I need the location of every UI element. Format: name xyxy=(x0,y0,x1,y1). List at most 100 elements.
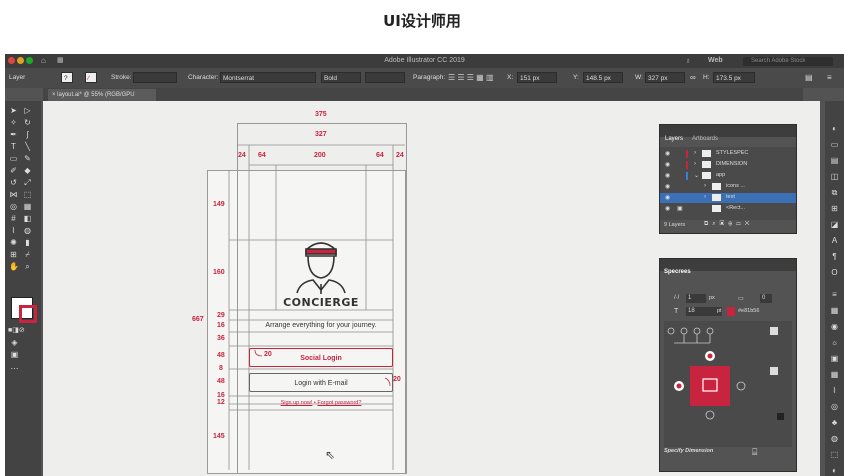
lock-icon[interactable]: ▣ xyxy=(677,205,683,212)
magic-wand-tool-icon[interactable]: ✧ xyxy=(9,119,18,127)
lasso-tool-icon[interactable]: ↻ xyxy=(23,119,32,127)
link-proportions-icon[interactable]: ∞ xyxy=(690,73,696,82)
dimension-tool-icon[interactable]: ⌸ xyxy=(752,447,757,458)
pen-tool-icon[interactable]: ✒ xyxy=(9,131,18,139)
workspace-switcher[interactable]: Web xyxy=(708,57,723,64)
stock-search-input[interactable]: Search Adobe Stock xyxy=(743,57,833,66)
tab-layers[interactable]: Layers xyxy=(665,136,683,142)
fill-swatch[interactable]: ? xyxy=(61,72,73,83)
symbol-sprayer-tool-icon[interactable]: ✺ xyxy=(9,239,18,247)
rotate-tool-icon[interactable]: ↺ xyxy=(9,179,18,187)
line-tool-icon[interactable]: ╲ xyxy=(23,143,32,151)
column-graph-tool-icon[interactable]: ▮ xyxy=(23,239,32,247)
specify-dimension-label[interactable]: Specify Dimension xyxy=(664,448,713,454)
stroke-panel-icon[interactable]: ≡ xyxy=(830,291,839,299)
color-swatch[interactable] xyxy=(727,307,735,316)
chevron-right-icon[interactable]: › xyxy=(694,150,696,156)
mesh-tool-icon[interactable]: # xyxy=(9,215,18,223)
stroke-unit[interactable]: px xyxy=(709,295,715,301)
eye-icon[interactable]: ◉ xyxy=(665,172,670,179)
transparency-icon[interactable]: ◉ xyxy=(830,323,839,331)
curvature-tool-icon[interactable]: ∫ xyxy=(23,131,32,139)
screen-mode-icon[interactable]: ▣ xyxy=(10,351,19,359)
chevron-right-icon[interactable]: › xyxy=(704,194,706,200)
chevron-right-icon[interactable]: › xyxy=(694,161,696,167)
links-icon[interactable]: ⬚ xyxy=(830,451,839,459)
graphic-styles-icon[interactable]: ▣ xyxy=(830,355,839,363)
info-icon[interactable]: ◐ xyxy=(830,467,839,475)
gradient-panel-icon[interactable]: ▦ xyxy=(830,307,839,315)
eraser-tool-icon[interactable]: ◆ xyxy=(23,167,32,175)
artboard-tool-icon[interactable]: ⊞ xyxy=(9,251,18,259)
layer-row[interactable]: ◉ › icons ... xyxy=(660,182,796,192)
paintbrush-tool-icon[interactable]: ✎ xyxy=(23,155,32,163)
color-mode-icon[interactable]: ■◨⊘ xyxy=(8,327,25,335)
character-icon[interactable]: A xyxy=(830,237,839,245)
appearance-icon[interactable]: ☼ xyxy=(830,339,839,347)
layer-row[interactable]: ◉ ⌄ app xyxy=(660,171,796,181)
selection-tool-icon[interactable]: ➤ xyxy=(9,107,18,115)
email-login-button[interactable]: Login with E-mail xyxy=(249,373,393,392)
asset-export-icon[interactable]: ◍ xyxy=(830,435,839,443)
stroke-width-field[interactable]: 1 xyxy=(686,294,706,303)
drawing-mode-icon[interactable]: ◈ xyxy=(10,339,19,347)
stroke-weight-field[interactable] xyxy=(133,72,177,83)
forgot-password-link[interactable]: Forgot password? xyxy=(317,400,361,406)
align-buttons-icon[interactable]: ☰ ☰ ☰ ▦ ▥ xyxy=(448,73,494,82)
symbols-icon[interactable]: ♣ xyxy=(830,419,839,427)
width-tool-icon[interactable]: ⋈ xyxy=(9,191,18,199)
eye-icon[interactable]: ◉ xyxy=(665,183,670,190)
free-transform-tool-icon[interactable]: ⬚ xyxy=(23,191,32,199)
eye-icon[interactable]: ◉ xyxy=(665,205,670,212)
eyedropper-tool-icon[interactable]: ⌇ xyxy=(9,227,18,235)
eye-icon[interactable]: ◉ xyxy=(665,161,670,168)
more-tools-icon[interactable]: ⋯ xyxy=(10,365,19,373)
hand-tool-icon[interactable]: ✋ xyxy=(9,263,19,271)
align-icon[interactable]: ▤ xyxy=(830,157,839,165)
zoom-tool-icon[interactable]: ⌕ xyxy=(23,263,32,271)
y-field[interactable]: 148.5 px xyxy=(583,72,623,83)
shaper-tool-icon[interactable]: ✐ xyxy=(9,167,18,175)
stroke-color-icon[interactable] xyxy=(19,305,37,323)
tab-artboards[interactable]: Artboards xyxy=(692,136,718,142)
eye-icon[interactable]: ◉ xyxy=(665,150,670,157)
layer-row[interactable]: ◉ › STYLESPEC xyxy=(660,149,796,159)
perspective-grid-tool-icon[interactable]: ▦ xyxy=(23,203,32,211)
layer-actions-icon[interactable]: ⧉⌕▣⊕▭✕ xyxy=(704,221,753,228)
slice-tool-icon[interactable]: ⌿ xyxy=(23,251,32,259)
layers-icon[interactable]: ◫ xyxy=(830,173,839,181)
rectangle-tool-icon[interactable]: ▭ xyxy=(9,155,18,163)
panel-menu-icon[interactable]: ≡ xyxy=(827,73,832,82)
type-tool-icon[interactable]: T xyxy=(9,143,18,151)
signup-link[interactable]: Sign up now! xyxy=(281,400,313,406)
transform-panel-icon[interactable]: ⊞ xyxy=(830,205,839,213)
artboards-icon[interactable]: ⧉ xyxy=(830,189,839,197)
social-login-button[interactable]: Social Login xyxy=(249,348,393,367)
corner-radius-field[interactable]: 0 xyxy=(760,294,772,303)
h-field[interactable]: 173.5 px xyxy=(713,72,755,83)
blend-tool-icon[interactable]: ◍ xyxy=(23,227,32,235)
eye-icon[interactable]: ◉ xyxy=(665,194,670,201)
pathfinder-icon[interactable]: ◪ xyxy=(830,221,839,229)
scale-tool-icon[interactable]: ⤢ xyxy=(23,179,32,187)
direct-selection-tool-icon[interactable]: ▷ xyxy=(23,107,32,115)
x-field[interactable]: 151 px xyxy=(517,72,557,83)
chevron-down-icon[interactable]: ⌄ xyxy=(694,172,699,179)
lightbulb-icon[interactable]: ♁ xyxy=(685,56,691,65)
shape-builder-tool-icon[interactable]: ◎ xyxy=(9,203,18,211)
layer-row[interactable]: ◉ ▣ <Rect... xyxy=(660,204,796,214)
brushes-icon[interactable]: ⌇ xyxy=(830,387,839,395)
gradient-tool-icon[interactable]: ◧ xyxy=(23,215,32,223)
paragraph-icon[interactable]: ¶ xyxy=(830,253,839,261)
properties-icon[interactable]: ◐ xyxy=(830,125,839,133)
libraries-icon[interactable]: ▭ xyxy=(830,141,839,149)
font-family-field[interactable]: Montserrat xyxy=(220,72,316,83)
font-size-field[interactable] xyxy=(365,72,405,83)
chevron-right-icon[interactable]: › xyxy=(704,183,706,189)
swatches-icon[interactable]: ▦ xyxy=(830,371,839,379)
transform-icon[interactable]: ▤ xyxy=(805,73,813,82)
stroke-swatch[interactable]: ⁄ xyxy=(85,72,97,83)
document-tab[interactable]: × layout.ai* @ 55% (RGB/GPU Preview) xyxy=(48,89,156,110)
layer-row[interactable]: ◉ › DIMENSION xyxy=(660,160,796,170)
w-field[interactable]: 327 px xyxy=(645,72,685,83)
